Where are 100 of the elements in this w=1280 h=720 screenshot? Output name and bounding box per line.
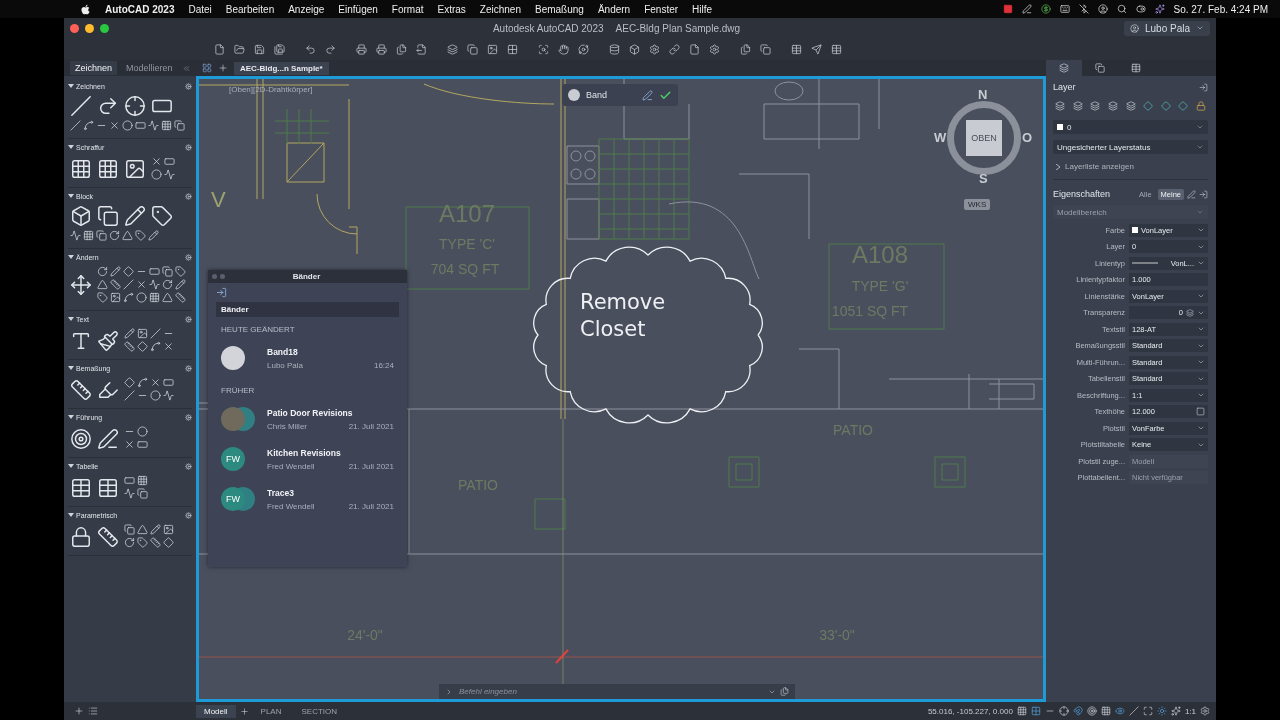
settings-icon[interactable] xyxy=(185,253,192,261)
list-icon[interactable] xyxy=(88,706,98,716)
panel-tab[interactable] xyxy=(1046,60,1082,76)
history-icon[interactable] xyxy=(780,687,789,696)
menu-item[interactable]: Ändern xyxy=(597,3,631,15)
copy-icon[interactable] xyxy=(162,266,173,277)
triangle-icon[interactable] xyxy=(122,230,133,241)
lock-icon[interactable] xyxy=(70,525,92,548)
markup-icon[interactable] xyxy=(642,89,653,101)
rectangle-icon[interactable] xyxy=(135,120,146,131)
bluetooth-icon[interactable] xyxy=(1078,4,1089,14)
snap-icon[interactable] xyxy=(1030,706,1041,716)
cross-icon[interactable] xyxy=(109,120,120,131)
rectangle-icon[interactable] xyxy=(164,156,175,167)
print-icon[interactable] xyxy=(376,43,387,55)
visibility-icon[interactable] xyxy=(1114,706,1125,716)
layers-icon[interactable] xyxy=(1072,101,1083,111)
copy-icon[interactable] xyxy=(174,120,185,131)
layer-list-toggle[interactable]: Layerliste anzeigen xyxy=(1053,157,1208,180)
menu-item[interactable]: Datei xyxy=(188,3,212,15)
move-icon[interactable] xyxy=(70,274,92,296)
diamond-icon[interactable] xyxy=(124,377,135,388)
diamond-icon[interactable] xyxy=(163,537,174,548)
snap-icon[interactable] xyxy=(1072,706,1083,716)
curve-icon[interactable] xyxy=(123,292,134,303)
layers-icon[interactable] xyxy=(1090,101,1101,111)
dock-icon[interactable] xyxy=(1199,189,1208,199)
zigzag-icon[interactable] xyxy=(149,279,160,290)
settings-icon[interactable] xyxy=(185,413,192,421)
settings-icon[interactable] xyxy=(649,43,660,55)
undo-icon[interactable] xyxy=(305,43,316,55)
ruler-icon[interactable] xyxy=(150,537,161,548)
band-item[interactable]: Band18 Lubo Pala 16:24 xyxy=(216,338,399,378)
menu-item[interactable]: Fenster xyxy=(644,3,679,15)
viewport-label[interactable]: [Oben][2D-Drahtkörper] xyxy=(229,85,313,94)
circle-icon[interactable] xyxy=(137,426,148,437)
pencil-icon[interactable] xyxy=(148,230,159,241)
cross-icon[interactable] xyxy=(136,279,147,290)
square-icon[interactable] xyxy=(1002,4,1013,14)
disclosure-triangle-icon[interactable] xyxy=(68,512,74,518)
send-icon[interactable] xyxy=(811,43,822,55)
user-icon[interactable] xyxy=(1097,4,1108,14)
window-dot[interactable] xyxy=(212,274,217,279)
folder-icon[interactable] xyxy=(234,43,245,55)
line-icon[interactable] xyxy=(70,120,81,131)
image-icon[interactable] xyxy=(137,328,148,339)
settings-icon[interactable] xyxy=(185,143,192,151)
grid-icon[interactable] xyxy=(83,230,94,241)
block-icon[interactable] xyxy=(70,205,92,227)
hatch-icon[interactable] xyxy=(97,157,119,180)
user-menu-button[interactable]: Lubo Pala xyxy=(1124,20,1210,36)
files-icon[interactable] xyxy=(740,43,751,55)
layer-state-dropdown[interactable]: Ungesicherter Layerstatus xyxy=(1053,140,1208,154)
band-item[interactable]: FW Trace3 Fred Wendell 21. Juli 2021 xyxy=(216,479,399,519)
layers-icon[interactable] xyxy=(447,43,458,55)
circle-icon[interactable] xyxy=(150,390,161,401)
zigzag-icon[interactable] xyxy=(148,120,159,131)
database-icon[interactable] xyxy=(609,43,620,55)
line-icon[interactable] xyxy=(124,390,135,401)
settings-icon[interactable] xyxy=(709,43,720,55)
sparkle-icon[interactable] xyxy=(1154,4,1165,14)
menu-item[interactable]: Hilfe xyxy=(692,3,713,15)
curve-icon[interactable] xyxy=(150,341,161,352)
ruler-icon[interactable] xyxy=(124,341,135,352)
rotate-icon[interactable] xyxy=(97,266,108,277)
compass-letter[interactable]: O xyxy=(1022,130,1033,145)
cross-icon[interactable] xyxy=(124,439,135,450)
disclosure-triangle-icon[interactable] xyxy=(68,144,74,150)
export-icon[interactable] xyxy=(416,43,427,55)
settings-icon[interactable] xyxy=(185,462,192,470)
dimension-icon[interactable] xyxy=(70,378,92,401)
tag-icon[interactable] xyxy=(151,205,173,227)
menu-item[interactable]: Extras xyxy=(437,3,466,15)
print-icon[interactable] xyxy=(356,43,367,55)
layers-icon[interactable] xyxy=(1055,101,1065,111)
block-edit-icon[interactable] xyxy=(124,205,146,227)
image-icon[interactable] xyxy=(163,524,174,535)
layout-tab[interactable]: SECTION xyxy=(293,704,346,718)
minimize-button[interactable] xyxy=(85,23,94,33)
grid-icon[interactable] xyxy=(1016,706,1027,716)
copy-icon[interactable] xyxy=(137,488,148,499)
cross-icon[interactable] xyxy=(163,341,174,352)
menu-item[interactable]: Anzeige xyxy=(288,3,325,15)
import-icon[interactable] xyxy=(216,287,227,298)
copy-icon[interactable] xyxy=(760,43,771,55)
band-item[interactable]: FW Kitchen Revisions Fred Wendell 21. Juli 2021 xyxy=(216,439,399,479)
band-label[interactable]: Band xyxy=(586,90,636,100)
pencil-icon[interactable] xyxy=(175,279,186,290)
line-icon[interactable] xyxy=(150,328,161,339)
ruler-icon[interactable] xyxy=(110,279,121,290)
table-icon[interactable] xyxy=(831,43,842,55)
prompt-icon[interactable] xyxy=(445,687,453,696)
object-snap-icon[interactable] xyxy=(1086,706,1097,716)
circle-icon[interactable] xyxy=(124,95,146,117)
menu-item[interactable]: Einfügen xyxy=(338,3,378,15)
dock-icon[interactable] xyxy=(1199,82,1208,92)
image-icon[interactable] xyxy=(487,43,498,55)
rectangle-icon[interactable] xyxy=(124,475,135,486)
ucs-menu[interactable]: WKS xyxy=(964,199,991,210)
curve-icon[interactable] xyxy=(83,120,94,131)
